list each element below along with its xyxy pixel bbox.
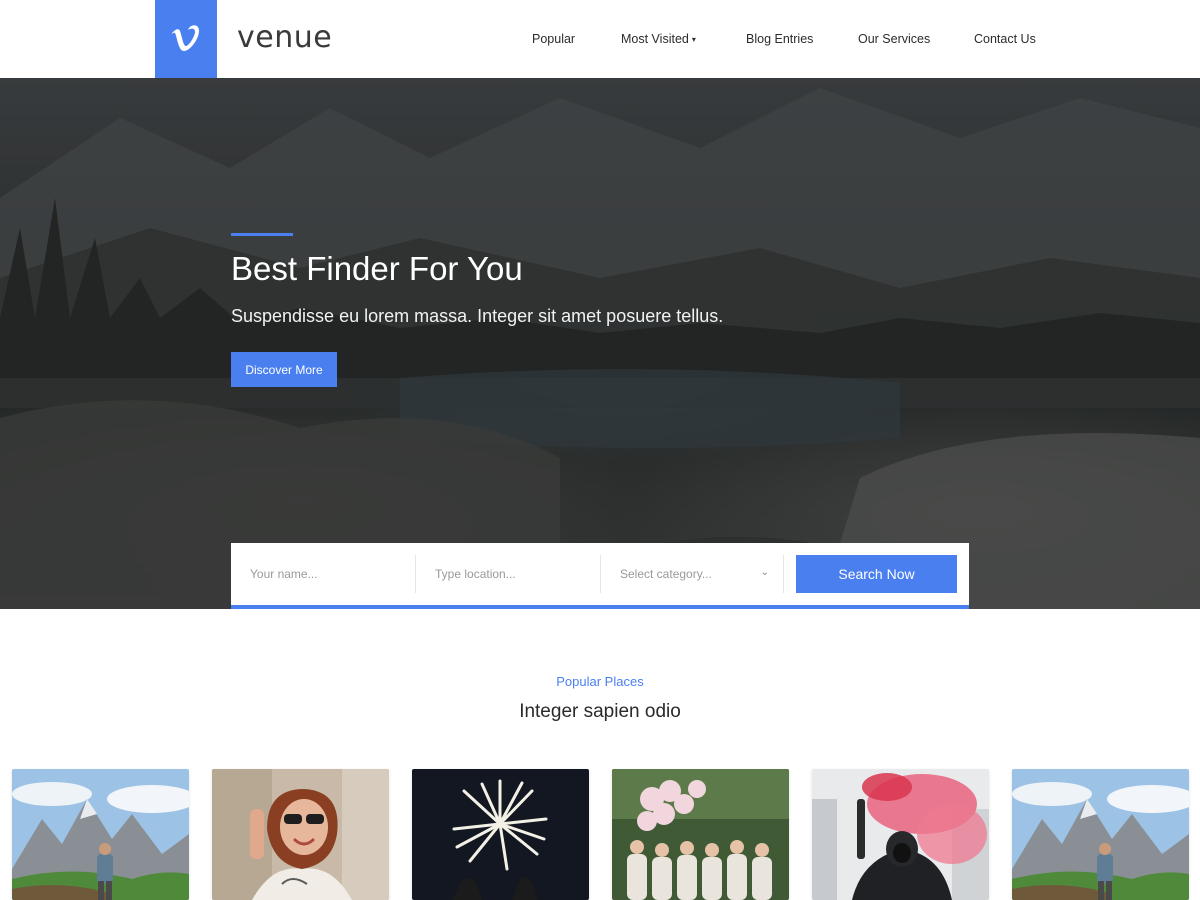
mountain-hiker-photo [12, 769, 189, 900]
hero-accent-line [231, 233, 293, 236]
nav-item-label: Blog Entries [746, 32, 814, 46]
section-kicker: Popular Places [556, 674, 644, 689]
place-card[interactable] [212, 769, 389, 900]
chevron-down-icon: ⌄ [760, 567, 769, 578]
nav-item-label: Contact Us [974, 32, 1036, 46]
mountain-hiker-photo [1012, 769, 1189, 900]
red-smoke-flare-photo [812, 769, 989, 900]
nav-item-our-services[interactable]: Our Services [858, 32, 930, 46]
brand-name[interactable]: venue [237, 20, 332, 55]
nav-item-contact-us[interactable]: Contact Us [974, 32, 1036, 46]
place-card[interactable] [412, 769, 589, 900]
logo[interactable] [155, 0, 217, 78]
vimeo-v-icon [172, 25, 199, 51]
divider [783, 555, 784, 593]
category-select[interactable]: Select category... ⌄ [601, 555, 783, 593]
search-form: Your name... Type location... Select cat… [231, 543, 969, 609]
hero-overlay [0, 78, 1200, 609]
nav-item-blog-entries[interactable]: Blog Entries [746, 32, 813, 46]
category-select-value: Select category... [620, 567, 712, 581]
hero-title: Best Finder For You [231, 250, 523, 287]
nav-item-label: Popular [532, 32, 576, 46]
site-header: venue Popular Most Visited ▾ Blog Entries… [0, 0, 1200, 78]
hero-section: Best Finder For You Suspendisse eu lorem… [0, 78, 1200, 609]
women-with-balloons-photo [612, 769, 789, 900]
place-card[interactable] [12, 769, 189, 900]
discover-more-button[interactable]: Discover More [231, 352, 337, 387]
nav-item-label: Most Visited [621, 32, 689, 46]
nav-item-label: Our Services [858, 32, 931, 46]
nav-item-popular[interactable]: Popular [532, 32, 575, 46]
place-card[interactable] [1012, 769, 1189, 900]
place-card[interactable] [812, 769, 989, 900]
fireworks-photo [412, 769, 589, 900]
name-input[interactable]: Your name... [231, 555, 415, 593]
search-now-button[interactable]: Search Now [796, 555, 957, 593]
section-title: Integer sapien odio [519, 701, 681, 722]
nav-item-most-visited[interactable]: Most Visited ▾ [621, 32, 696, 46]
place-card[interactable] [612, 769, 789, 900]
smiling-woman-sunglasses-photo [212, 769, 389, 900]
caret-down-icon: ▾ [691, 35, 696, 44]
location-input[interactable]: Type location... [416, 555, 600, 593]
hero-subtitle: Suspendisse eu lorem massa. Integer sit … [231, 306, 724, 326]
